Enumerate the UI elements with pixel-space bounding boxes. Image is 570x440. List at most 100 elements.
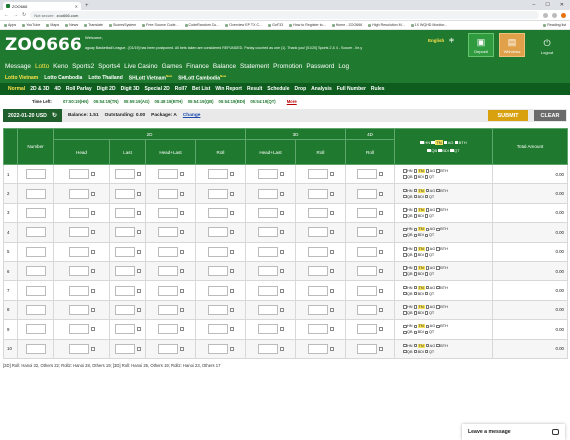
2d-roll-checkbox[interactable] bbox=[229, 269, 234, 274]
main-nav-item[interactable]: Games bbox=[162, 63, 183, 70]
number-input[interactable] bbox=[25, 207, 46, 218]
2d-head-last-checkbox[interactable] bbox=[179, 288, 184, 293]
provider-checkbox[interactable] bbox=[424, 253, 429, 257]
provider-option[interactable]: BDI bbox=[438, 148, 449, 153]
lotto-market-tab[interactable]: Lotto Thailand bbox=[88, 75, 122, 81]
2d-head-last-checkbox[interactable] bbox=[179, 346, 184, 351]
provider-checkbox[interactable] bbox=[403, 285, 407, 290]
2d-head-amount-input[interactable] bbox=[68, 227, 89, 238]
3d-head-last-checkbox[interactable] bbox=[279, 327, 284, 332]
provider-option[interactable]: TN bbox=[413, 246, 425, 251]
lotto-market-tab[interactable]: Lotto Vietnam bbox=[5, 75, 38, 81]
2d-last-checkbox[interactable] bbox=[136, 210, 141, 215]
2d-last-amount-input[interactable] bbox=[114, 266, 135, 277]
bookmark-item[interactable]: CodeRandom Cu... bbox=[184, 23, 219, 27]
provider-option[interactable]: TN bbox=[431, 139, 443, 145]
main-nav-item[interactable]: Lotto bbox=[35, 63, 49, 70]
2d-last-checkbox[interactable] bbox=[136, 230, 141, 235]
clear-button[interactable]: CLEAR bbox=[534, 110, 566, 121]
provider-checkbox[interactable] bbox=[403, 330, 407, 335]
2d-head-last-checkbox[interactable] bbox=[179, 269, 184, 274]
provider-checkbox[interactable] bbox=[403, 233, 407, 238]
bookmark-item[interactable]: ScoresSystem bbox=[108, 23, 136, 27]
3d-roll-amount-input[interactable] bbox=[307, 188, 328, 199]
provider-checkbox[interactable] bbox=[413, 169, 418, 173]
2d-roll-amount-input[interactable] bbox=[207, 324, 228, 335]
3d-head-last-amount-input[interactable] bbox=[257, 188, 278, 199]
provider-checkbox[interactable] bbox=[413, 175, 418, 179]
2d-last-checkbox[interactable] bbox=[136, 269, 141, 274]
3d-roll-amount-input[interactable] bbox=[307, 324, 328, 335]
provider-option[interactable]: QT bbox=[424, 214, 434, 218]
provider-checkbox[interactable] bbox=[413, 285, 418, 290]
provider-checkbox[interactable] bbox=[424, 233, 429, 238]
provider-checkbox[interactable] bbox=[403, 324, 407, 329]
main-nav-item[interactable]: Password bbox=[306, 63, 334, 70]
4d-roll-amount-input[interactable] bbox=[357, 207, 377, 218]
4d-roll-amount-input[interactable] bbox=[357, 169, 377, 180]
2d-last-checkbox[interactable] bbox=[136, 307, 141, 312]
provider-checkbox[interactable] bbox=[403, 175, 407, 179]
2d-roll-checkbox[interactable] bbox=[229, 191, 234, 196]
3d-head-last-amount-input[interactable] bbox=[257, 207, 278, 218]
2d-head-last-checkbox[interactable] bbox=[179, 249, 184, 254]
provider-checkbox[interactable] bbox=[425, 285, 430, 290]
4d-roll-amount-input[interactable] bbox=[357, 266, 377, 277]
provider-option[interactable]: BDI bbox=[413, 292, 424, 296]
2d-roll-amount-input[interactable] bbox=[207, 246, 228, 257]
4d-roll-checkbox[interactable] bbox=[379, 307, 383, 312]
game-type-tab[interactable]: Bet List bbox=[192, 86, 210, 92]
provider-checkbox[interactable] bbox=[413, 311, 418, 315]
deposit-button[interactable]: ▣ Deposit bbox=[468, 33, 494, 57]
chat-widget[interactable]: Leave a message bbox=[462, 424, 565, 440]
game-type-tab[interactable]: Normal bbox=[8, 86, 25, 92]
bookmark-item[interactable]: GoF33 bbox=[268, 23, 283, 27]
provider-checkbox[interactable] bbox=[403, 266, 407, 270]
main-nav-item[interactable]: Finance bbox=[186, 63, 209, 70]
provider-option[interactable]: QT bbox=[450, 148, 460, 153]
3d-head-last-amount-input[interactable] bbox=[257, 227, 278, 238]
2d-roll-checkbox[interactable] bbox=[229, 327, 234, 332]
provider-checkbox[interactable] bbox=[425, 324, 430, 329]
2d-head-amount-input[interactable] bbox=[68, 285, 89, 296]
provider-option[interactable]: QB bbox=[403, 330, 413, 334]
2d-last-amount-input[interactable] bbox=[114, 246, 135, 257]
3d-roll-checkbox[interactable] bbox=[329, 249, 334, 254]
provider-checkbox[interactable] bbox=[425, 188, 430, 193]
provider-checkbox[interactable] bbox=[424, 214, 429, 218]
2d-roll-amount-input[interactable] bbox=[207, 285, 228, 296]
provider-option[interactable]: BTH bbox=[454, 140, 467, 145]
number-input[interactable] bbox=[25, 343, 46, 354]
2d-roll-checkbox[interactable] bbox=[229, 346, 234, 351]
3d-head-last-checkbox[interactable] bbox=[279, 307, 284, 312]
close-tab-icon[interactable]: ✕ bbox=[75, 4, 78, 9]
provider-option[interactable]: BTH bbox=[436, 247, 448, 251]
2d-last-amount-input[interactable] bbox=[114, 169, 135, 180]
4d-roll-amount-input[interactable] bbox=[357, 324, 377, 335]
provider-option[interactable]: QT bbox=[424, 175, 434, 179]
2d-head-last-checkbox[interactable] bbox=[179, 327, 184, 332]
lotto-market-tab[interactable]: SHLott VietnamNew bbox=[129, 74, 172, 82]
provider-checkbox[interactable] bbox=[413, 324, 418, 329]
3d-roll-checkbox[interactable] bbox=[329, 269, 334, 274]
provider-checkbox[interactable] bbox=[413, 349, 418, 354]
reload-icon[interactable]: ↻ bbox=[22, 12, 26, 18]
2d-last-amount-input[interactable] bbox=[114, 227, 135, 238]
2d-head-checkbox[interactable] bbox=[90, 172, 95, 177]
provider-checkbox[interactable] bbox=[425, 266, 430, 270]
provider-checkbox[interactable] bbox=[425, 169, 430, 173]
2d-roll-checkbox[interactable] bbox=[229, 172, 234, 177]
3d-head-last-amount-input[interactable] bbox=[257, 285, 278, 296]
2d-head-amount-input[interactable] bbox=[68, 246, 89, 257]
bookmark-item[interactable]: 1X WQHD Monitor... bbox=[410, 23, 447, 27]
provider-option[interactable]: QB bbox=[403, 253, 413, 257]
provider-option[interactable]: TN bbox=[413, 343, 425, 348]
provider-checkbox[interactable] bbox=[424, 194, 429, 199]
provider-checkbox[interactable] bbox=[403, 214, 407, 218]
provider-checkbox[interactable] bbox=[413, 330, 418, 335]
3d-roll-amount-input[interactable] bbox=[307, 227, 328, 238]
2d-head-checkbox[interactable] bbox=[90, 307, 95, 312]
game-type-tab[interactable]: Roll7 bbox=[175, 86, 187, 92]
provider-checkbox[interactable] bbox=[424, 175, 429, 179]
provider-option[interactable]: HN bbox=[403, 208, 412, 212]
